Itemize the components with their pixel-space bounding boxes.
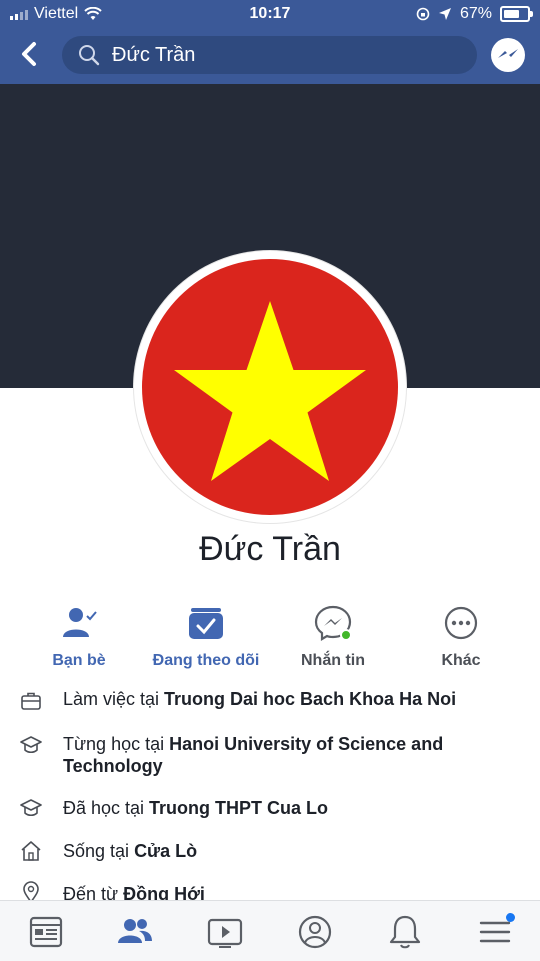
battery-icon <box>500 6 533 22</box>
info-value: Cửa Lò <box>134 841 198 861</box>
info-lives-in[interactable]: Sống tại Cửa Lò <box>0 840 540 870</box>
status-right: 67% <box>416 5 533 23</box>
battery-percent: 67% <box>459 5 492 22</box>
info-work[interactable]: Làm việc tại Truong Dai hoc Bach Khoa Ha… <box>0 688 540 718</box>
info-text: Sống tại Cửa Lò <box>63 840 500 862</box>
briefcase-icon <box>21 692 41 710</box>
search-icon <box>79 45 100 66</box>
message-button[interactable]: Nhắn tin <box>273 605 393 670</box>
bottom-tab-bar <box>0 900 540 961</box>
messenger-icon[interactable] <box>490 37 526 73</box>
info-prefix: Làm việc tại <box>63 689 165 709</box>
friends-label: Bạn bè <box>52 652 106 669</box>
search-input[interactable] <box>110 42 444 68</box>
vietnam-flag-icon <box>142 259 398 515</box>
search-bar[interactable] <box>62 36 477 74</box>
home-icon <box>21 841 41 861</box>
info-education-highschool[interactable]: Đã học tại Truong THPT Cua Lo <box>0 797 540 827</box>
menu-notification-dot <box>506 913 515 922</box>
message-label: Nhắn tin <box>301 652 365 669</box>
profile-actions: Bạn bè Đang theo dõi Nhắn tin Khác <box>0 605 540 669</box>
top-bar: Viettel 10:17 67% <box>0 0 540 84</box>
following-button[interactable]: Đang theo dõi <box>146 605 266 670</box>
info-prefix: Từng học tại <box>63 734 170 754</box>
profile-picture[interactable] <box>134 251 406 523</box>
more-icon <box>444 606 478 640</box>
battery-fill <box>504 10 519 18</box>
notifications-icon[interactable] <box>385 913 425 951</box>
news-feed-icon[interactable] <box>26 913 66 951</box>
info-education-university[interactable]: Từng học tại Hanoi University of Science… <box>0 733 540 783</box>
info-text: Từng học tại Hanoi University of Science… <box>63 733 500 777</box>
info-text: Đã học tại Truong THPT Cua Lo <box>63 797 500 819</box>
info-value: Truong THPT Cua Lo <box>149 798 329 818</box>
info-value: Truong Dai hoc Bach Khoa Ha Noi <box>164 689 457 709</box>
graduation-cap-icon <box>20 799 42 817</box>
watch-icon[interactable] <box>205 913 245 951</box>
rotation-lock-icon <box>416 7 430 21</box>
status-bar: Viettel 10:17 67% <box>0 0 540 28</box>
following-check-icon <box>189 608 223 639</box>
following-label: Đang theo dõi <box>152 652 260 669</box>
back-chevron-icon[interactable] <box>14 38 46 70</box>
graduation-cap-icon <box>20 736 42 754</box>
friends-button[interactable]: Bạn bè <box>19 605 139 670</box>
location-arrow-icon <box>438 8 451 20</box>
more-label: Khác <box>441 652 481 669</box>
messenger-icon <box>314 605 352 641</box>
profile-icon[interactable] <box>295 913 335 951</box>
info-prefix: Sống tại <box>63 841 135 861</box>
info-prefix: Đã học tại <box>63 798 150 818</box>
info-text: Làm việc tại Truong Dai hoc Bach Khoa Ha… <box>63 688 500 710</box>
friends-icon[interactable] <box>115 913 155 951</box>
more-button[interactable]: Khác <box>401 605 521 670</box>
profile-name: Đức Trần <box>199 530 341 568</box>
friends-check-icon <box>63 608 97 637</box>
